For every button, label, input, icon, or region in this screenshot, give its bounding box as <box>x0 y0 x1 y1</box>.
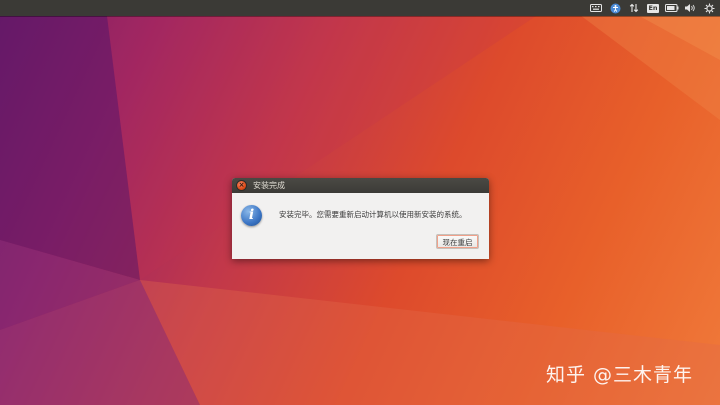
restart-now-button[interactable]: 现在重启 <box>436 234 479 249</box>
battery-icon[interactable] <box>664 0 680 16</box>
top-panel: En <box>0 0 720 16</box>
input-method-indicator[interactable]: En <box>646 0 660 16</box>
network-arrows-icon[interactable] <box>627 0 641 16</box>
watermark-text: 知乎 @三木青年 <box>546 364 694 386</box>
input-method-label: En <box>646 3 660 13</box>
keyboard-icon[interactable] <box>589 0 603 16</box>
installation-complete-dialog: × 安装完成 i 安装完毕。您需要重新启动计算机以使用新安装的系统。 现在重启 <box>232 178 489 259</box>
desktop-background: En × 安装完成 i 安装完毕。您需要重新启动计算机以使用新安装的系统。 现在… <box>0 0 720 405</box>
dialog-titlebar[interactable]: × 安装完成 <box>232 178 489 193</box>
accessibility-icon[interactable] <box>608 0 622 16</box>
volume-icon[interactable] <box>683 0 697 16</box>
info-icon: i <box>241 205 262 226</box>
close-icon: × <box>238 181 245 189</box>
close-button[interactable]: × <box>237 181 246 190</box>
dialog-message: 安装完毕。您需要重新启动计算机以使用新安装的系统。 <box>279 210 467 219</box>
dialog-title: 安装完成 <box>253 181 285 190</box>
gear-power-icon[interactable] <box>702 0 716 16</box>
